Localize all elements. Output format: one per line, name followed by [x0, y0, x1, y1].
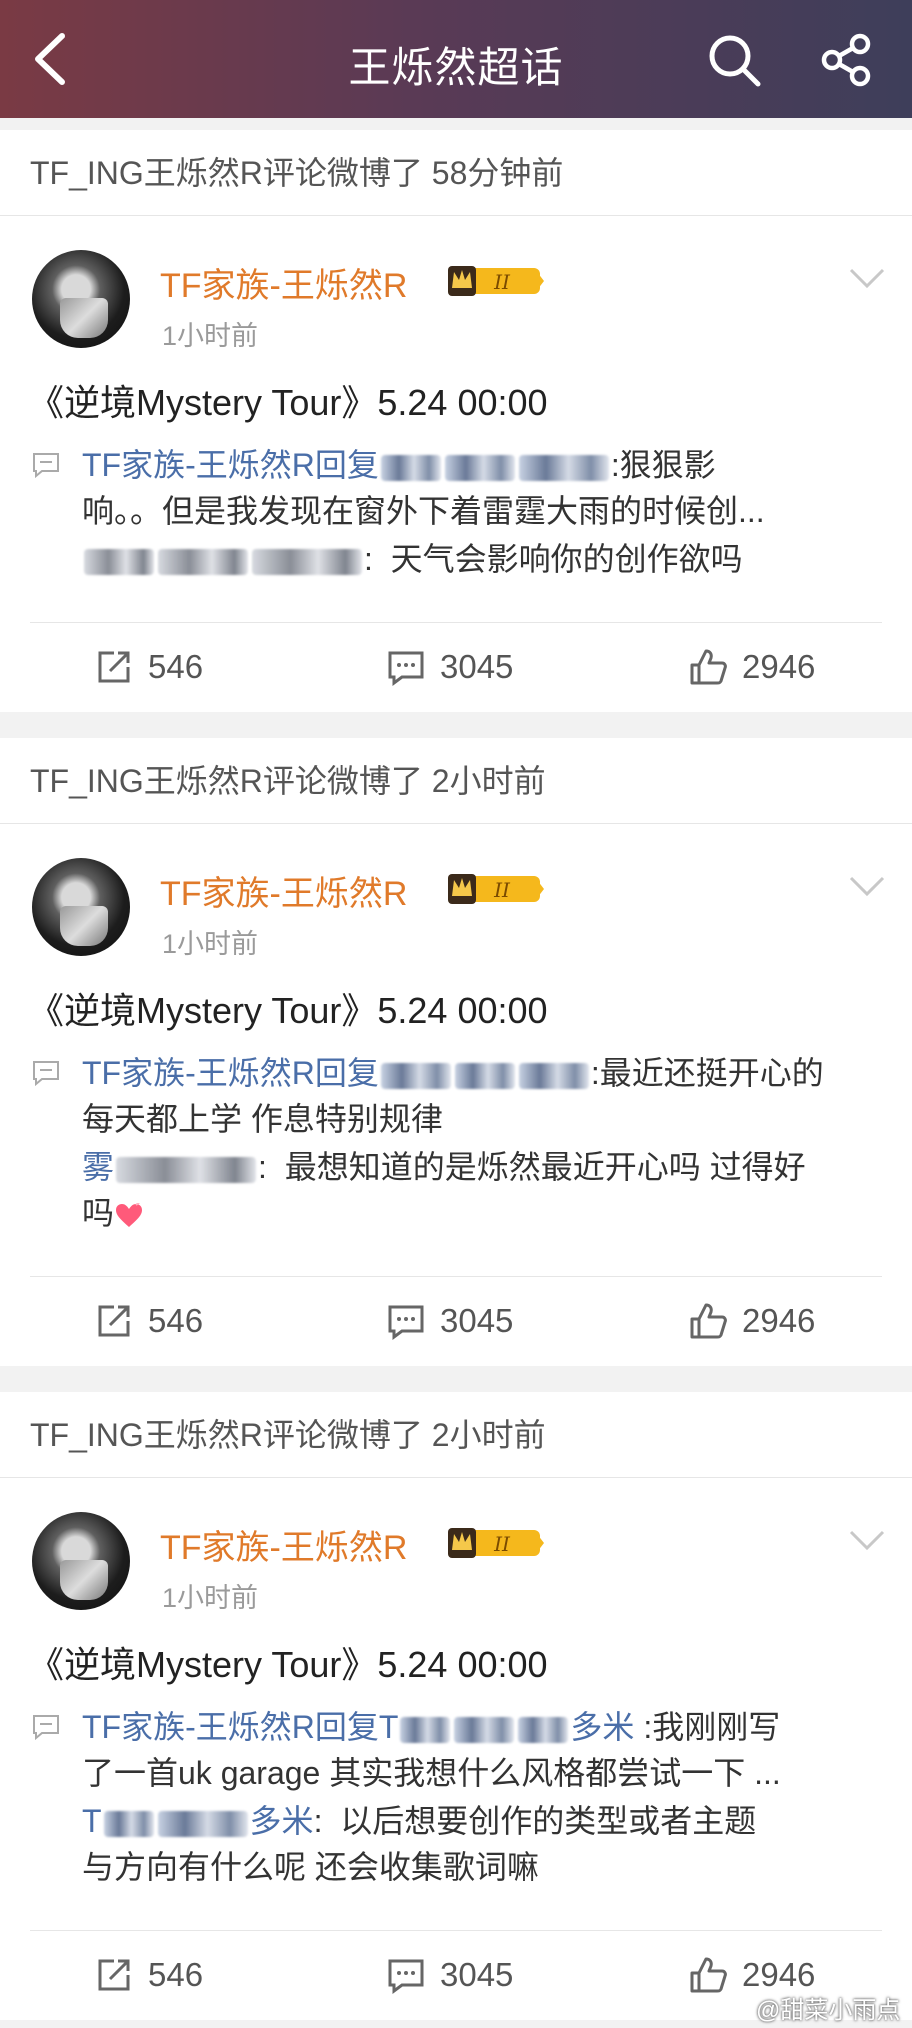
original-user-start[interactable]: T [82, 1803, 102, 1839]
action-bar: 546 3045 2946 [30, 1276, 882, 1364]
reply-tail: :狠狠影 [610, 447, 716, 483]
repost-count: 546 [148, 1956, 204, 1993]
comment-reply[interactable]: TF家族-王烁然R回复T 多米 :我刚刚写 了一首uk garage 其实我想什么… [82, 1704, 882, 1796]
comment-icon [388, 1959, 424, 1994]
original-comment[interactable]: : 天气会影响你的创作欲吗 [82, 536, 882, 582]
comment-count: 3045 [440, 1956, 514, 1993]
post-time: 1小时前 [162, 1583, 259, 1613]
comment-button[interactable]: 3045 [386, 647, 513, 687]
feed-card: TF_ING王烁然R评论微博了 58分钟前 TF家族-王烁然R II 1小时前 … [0, 130, 912, 712]
like-icon [690, 1957, 727, 1993]
original-comment-line: 与方向有什么呢 还会收集歌词嘛 [82, 1849, 539, 1885]
post-time: 1小时前 [162, 929, 259, 959]
top-bar: 王烁然超话 [0, 0, 912, 118]
reply-user-end[interactable]: 多米 [570, 1709, 634, 1745]
like-button[interactable]: 2946 [688, 1955, 815, 1995]
chevron-down-icon[interactable] [848, 266, 886, 290]
like-icon [690, 1303, 727, 1339]
like-count: 2946 [742, 1302, 816, 1339]
repost-button[interactable]: 546 [94, 647, 203, 687]
comment-reply[interactable]: TF家族-王烁然R回复 :最近还挺开心的 每天都上学 作息特别规律 [82, 1050, 882, 1142]
original-comment-line: 吗 [82, 1195, 115, 1231]
svg-text:II: II [493, 1532, 511, 1556]
like-count: 2946 [742, 1956, 816, 1993]
share-icon[interactable] [818, 32, 874, 88]
activity-header[interactable]: TF_ING王烁然R评论微博了 2小时前 [0, 738, 912, 824]
comment-icon [388, 1305, 424, 1340]
activity-header[interactable]: TF_ING王烁然R评论微博了 58分钟前 [0, 130, 912, 216]
comment-count: 3045 [440, 1302, 514, 1339]
svg-text:II: II [493, 270, 511, 294]
search-icon[interactable] [706, 32, 762, 88]
chevron-down-icon[interactable] [848, 874, 886, 898]
post-text[interactable]: 《逆境Mystery Tour》5.24 00:00 [28, 374, 548, 426]
repost-icon [98, 1305, 130, 1337]
level-badge-icon[interactable]: II [446, 1524, 544, 1562]
like-button[interactable]: 2946 [688, 1301, 815, 1341]
reply-line: 了一首uk garage 其实我想什么风格都尝试一下 ... [82, 1755, 781, 1791]
reply-prefix[interactable]: TF家族-王烁然R回复 [82, 1709, 379, 1745]
repost-count: 546 [148, 648, 204, 685]
reply-user-start[interactable]: T [379, 1709, 399, 1745]
post-text[interactable]: 《逆境Mystery Tour》5.24 00:00 [28, 982, 548, 1034]
repost-button[interactable]: 546 [94, 1955, 203, 1995]
feed-card: TF_ING王烁然R评论微博了 2小时前 TF家族-王烁然R II 1小时前 《… [0, 1392, 912, 2020]
action-bar: 546 3045 2946 [30, 622, 882, 710]
original-comment-text: 最想知道的是烁然最近开心吗 过得好 [284, 1149, 806, 1185]
like-count: 2946 [742, 648, 816, 685]
reply-tail: :最近还挺开心的 [590, 1055, 824, 1091]
svg-text:II: II [493, 878, 511, 902]
post-time: 1小时前 [162, 321, 259, 351]
comment-button[interactable]: 3045 [386, 1955, 513, 1995]
comment-bubble-icon [33, 453, 59, 478]
repost-count: 546 [148, 1302, 204, 1339]
level-badge-icon[interactable]: II [446, 870, 544, 908]
original-comment-text: 以后想要创作的类型或者主题 [340, 1803, 757, 1839]
comment-reply[interactable]: TF家族-王烁然R回复 :狠狠影 响。。但是我发现在窗外下着雷霆大雨的时候创... [82, 442, 882, 534]
reply-tail: :我刚刚写 [643, 1709, 781, 1745]
reply-line: 响。。但是我发现在窗外下着雷霆大雨的时候创... [82, 493, 765, 529]
like-button[interactable]: 2946 [688, 647, 815, 687]
comment-bubble-icon [33, 1715, 59, 1740]
original-user-end[interactable]: 多米 [250, 1803, 314, 1839]
avatar[interactable] [32, 1512, 130, 1610]
original-comment-text: 天气会影响你的创作欲吗 [390, 541, 743, 577]
chevron-down-icon[interactable] [848, 1528, 886, 1552]
comment-count: 3045 [440, 648, 514, 685]
repost-icon [98, 651, 130, 683]
comment-icon [388, 651, 424, 686]
user-name[interactable]: TF家族-王烁然R [160, 258, 407, 307]
action-bar: 546 3045 2946 [30, 1930, 882, 2018]
comment-button[interactable]: 3045 [386, 1301, 513, 1341]
user-name[interactable]: TF家族-王烁然R [160, 866, 407, 915]
post-text[interactable]: 《逆境Mystery Tour》5.24 00:00 [28, 1636, 548, 1688]
avatar[interactable] [32, 250, 130, 348]
feed-card: TF_ING王烁然R评论微博了 2小时前 TF家族-王烁然R II 1小时前 《… [0, 738, 912, 1366]
reply-prefix[interactable]: TF家族-王烁然R回复 [82, 1055, 379, 1091]
original-comment[interactable]: 雾: 最想知道的是烁然最近开心吗 过得好 吗 [82, 1144, 882, 1236]
original-comment[interactable]: T 多米: 以后想要创作的类型或者主题 与方向有什么呢 还会收集歌词嘛 [82, 1798, 882, 1890]
reply-prefix[interactable]: TF家族-王烁然R回复 [82, 447, 379, 483]
repost-icon [98, 1959, 130, 1991]
activity-header[interactable]: TF_ING王烁然R评论微博了 2小时前 [0, 1392, 912, 1478]
reply-line: 每天都上学 作息特别规律 [82, 1101, 443, 1137]
page-title: 王烁然超话 [348, 44, 564, 91]
level-badge-icon[interactable]: II [446, 262, 544, 300]
heart-emoji-icon [116, 1202, 143, 1227]
user-name[interactable]: TF家族-王烁然R [160, 1520, 407, 1569]
avatar[interactable] [32, 858, 130, 956]
watermark: @甜菜小雨点 [756, 1997, 901, 2024]
like-icon [690, 649, 727, 685]
repost-button[interactable]: 546 [94, 1301, 203, 1341]
comment-bubble-icon [33, 1061, 59, 1086]
original-user[interactable]: 雾 [82, 1149, 114, 1185]
